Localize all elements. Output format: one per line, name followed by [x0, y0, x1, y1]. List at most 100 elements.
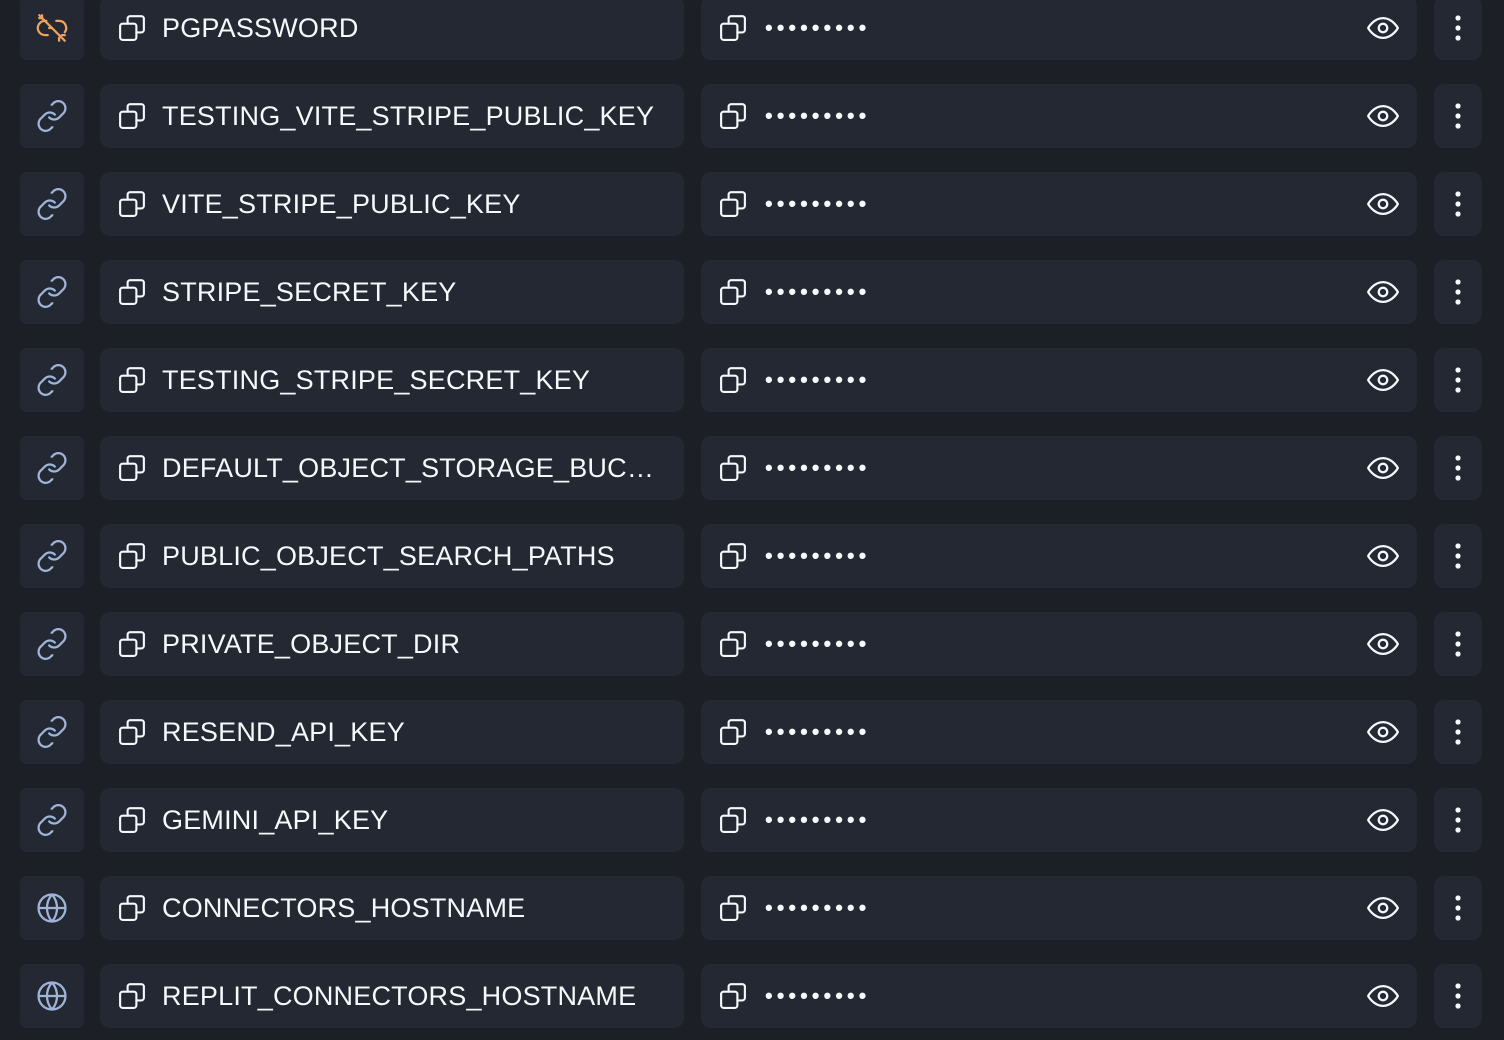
- more-options-button[interactable]: [1434, 172, 1482, 236]
- status-indicator[interactable]: [20, 260, 84, 324]
- secret-key-label: DEFAULT_OBJECT_STORAGE_BUCKET…: [162, 452, 667, 483]
- copy-icon[interactable]: [115, 539, 149, 573]
- more-vertical-icon: [1454, 278, 1462, 306]
- copy-icon[interactable]: [115, 451, 149, 485]
- eye-icon[interactable]: [1363, 184, 1403, 224]
- copy-icon[interactable]: [716, 11, 750, 45]
- secret-key-field[interactable]: RESEND_API_KEY: [100, 700, 684, 764]
- eye-icon[interactable]: [1363, 712, 1403, 752]
- status-indicator[interactable]: [20, 172, 84, 236]
- copy-icon[interactable]: [115, 891, 149, 925]
- more-options-button[interactable]: [1434, 788, 1482, 852]
- copy-icon[interactable]: [716, 539, 750, 573]
- status-indicator[interactable]: [20, 524, 84, 588]
- status-indicator[interactable]: [20, 84, 84, 148]
- secret-value-field[interactable]: •••••••••: [701, 700, 1417, 764]
- more-options-button[interactable]: [1434, 84, 1482, 148]
- copy-icon[interactable]: [115, 187, 149, 221]
- copy-icon[interactable]: [115, 627, 149, 661]
- eye-icon[interactable]: [1363, 448, 1403, 488]
- eye-icon[interactable]: [1363, 96, 1403, 136]
- eye-icon[interactable]: [1363, 272, 1403, 312]
- secret-key-field[interactable]: PUBLIC_OBJECT_SEARCH_PATHS: [100, 524, 684, 588]
- secret-key-label: RESEND_API_KEY: [162, 716, 405, 747]
- secret-key-field[interactable]: PRIVATE_OBJECT_DIR: [100, 612, 684, 676]
- secret-value-field[interactable]: •••••••••: [701, 876, 1417, 940]
- secret-key-field[interactable]: VITE_STRIPE_PUBLIC_KEY: [100, 172, 684, 236]
- more-options-button[interactable]: [1434, 436, 1482, 500]
- eye-icon[interactable]: [1363, 976, 1403, 1016]
- status-indicator[interactable]: [20, 0, 84, 60]
- copy-icon[interactable]: [716, 715, 750, 749]
- copy-icon[interactable]: [716, 979, 750, 1013]
- status-indicator[interactable]: [20, 700, 84, 764]
- secret-value-field[interactable]: •••••••••: [701, 172, 1417, 236]
- secret-key-field[interactable]: PGPASSWORD: [100, 0, 684, 60]
- more-options-button[interactable]: [1434, 876, 1482, 940]
- more-options-button[interactable]: [1434, 0, 1482, 60]
- copy-icon[interactable]: [716, 891, 750, 925]
- eye-icon[interactable]: [1363, 888, 1403, 928]
- copy-icon[interactable]: [115, 715, 149, 749]
- link-icon: [35, 99, 69, 133]
- secret-value-field[interactable]: •••••••••: [701, 84, 1417, 148]
- secret-value-field[interactable]: •••••••••: [701, 348, 1417, 412]
- copy-icon[interactable]: [115, 99, 149, 133]
- secret-value-masked: •••••••••: [765, 895, 871, 920]
- status-indicator[interactable]: [20, 348, 84, 412]
- secret-value-field[interactable]: •••••••••: [701, 612, 1417, 676]
- copy-icon[interactable]: [716, 275, 750, 309]
- secret-value-field[interactable]: •••••••••: [701, 964, 1417, 1028]
- secret-key-field[interactable]: REPLIT_CONNECTORS_HOSTNAME: [100, 964, 684, 1028]
- copy-icon[interactable]: [115, 979, 149, 1013]
- copy-icon[interactable]: [716, 627, 750, 661]
- status-indicator[interactable]: [20, 876, 84, 940]
- eye-icon[interactable]: [1363, 624, 1403, 664]
- copy-icon[interactable]: [716, 187, 750, 221]
- copy-icon[interactable]: [115, 275, 149, 309]
- copy-icon[interactable]: [115, 11, 149, 45]
- secret-value-field[interactable]: •••••••••: [701, 0, 1417, 60]
- secret-key-field[interactable]: GEMINI_API_KEY: [100, 788, 684, 852]
- more-options-button[interactable]: [1434, 524, 1482, 588]
- eye-icon[interactable]: [1363, 360, 1403, 400]
- secret-key-field[interactable]: STRIPE_SECRET_KEY: [100, 260, 684, 324]
- secret-key-label: TESTING_VITE_STRIPE_PUBLIC_KEY: [162, 100, 655, 131]
- secret-value-field[interactable]: •••••••••: [701, 436, 1417, 500]
- secret-key-field[interactable]: TESTING_VITE_STRIPE_PUBLIC_KEY: [100, 84, 684, 148]
- copy-icon[interactable]: [716, 803, 750, 837]
- more-vertical-icon: [1454, 630, 1462, 658]
- more-options-button[interactable]: [1434, 260, 1482, 324]
- secret-key-field[interactable]: DEFAULT_OBJECT_STORAGE_BUCKET…: [100, 436, 684, 500]
- status-indicator[interactable]: [20, 612, 84, 676]
- more-options-button[interactable]: [1434, 964, 1482, 1028]
- link-icon: [35, 539, 69, 573]
- secret-value-field[interactable]: •••••••••: [701, 788, 1417, 852]
- secret-key-field[interactable]: TESTING_STRIPE_SECRET_KEY: [100, 348, 684, 412]
- eye-icon[interactable]: [1363, 8, 1403, 48]
- status-indicator[interactable]: [20, 788, 84, 852]
- secret-key-label: REPLIT_CONNECTORS_HOSTNAME: [162, 980, 637, 1011]
- more-options-button[interactable]: [1434, 700, 1482, 764]
- status-indicator[interactable]: [20, 436, 84, 500]
- copy-icon[interactable]: [716, 363, 750, 397]
- copy-icon[interactable]: [115, 363, 149, 397]
- eye-icon[interactable]: [1363, 536, 1403, 576]
- secret-row: TESTING_VITE_STRIPE_PUBLIC_KEY •••••••••: [0, 84, 1504, 148]
- more-options-button[interactable]: [1434, 348, 1482, 412]
- copy-icon[interactable]: [716, 451, 750, 485]
- more-vertical-icon: [1454, 366, 1462, 394]
- link-icon: [35, 715, 69, 749]
- secret-value-field[interactable]: •••••••••: [701, 260, 1417, 324]
- secret-key-field[interactable]: CONNECTORS_HOSTNAME: [100, 876, 684, 940]
- secret-key-label: GEMINI_API_KEY: [162, 804, 389, 835]
- copy-icon[interactable]: [716, 99, 750, 133]
- copy-icon[interactable]: [115, 803, 149, 837]
- secret-value-field[interactable]: •••••••••: [701, 524, 1417, 588]
- eye-icon[interactable]: [1363, 800, 1403, 840]
- secret-value-masked: •••••••••: [765, 367, 871, 392]
- more-vertical-icon: [1454, 190, 1462, 218]
- more-options-button[interactable]: [1434, 612, 1482, 676]
- status-indicator[interactable]: [20, 964, 84, 1028]
- secret-row: GEMINI_API_KEY •••••••••: [0, 788, 1504, 852]
